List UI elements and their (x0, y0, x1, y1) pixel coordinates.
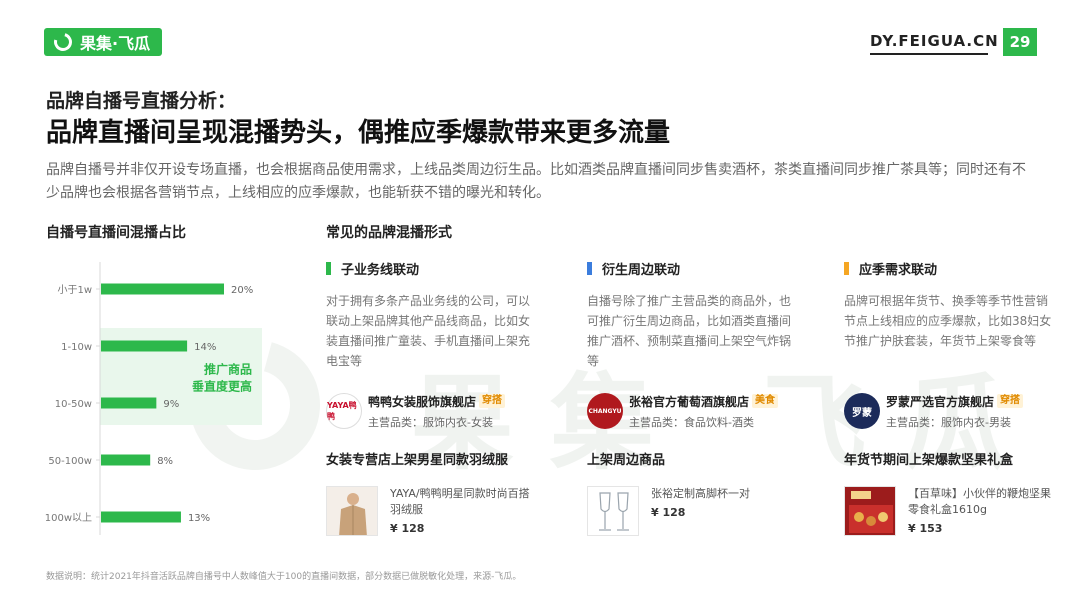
brand-category: 主营品类：服饰内衣-女装 (368, 415, 493, 429)
jacket-photo-icon (326, 486, 378, 536)
column-heading-text: 子业务线联动 (341, 262, 420, 278)
brand-category: 主营品类：食品饮料-酒类 (629, 415, 754, 429)
brand-name-text: 罗蒙严选官方旗舰店 (886, 394, 995, 409)
product-info: YAYA/鸭鸭明星同款时尚百搭羽绒服 ¥ 128 (390, 486, 540, 538)
product-name: YAYA/鸭鸭明星同款时尚百搭羽绒服 (390, 487, 530, 516)
brand-info: 罗蒙严选官方旗舰店 穿搭 主营品类：服饰内衣-男装 (886, 393, 1024, 430)
product-name: 张裕定制高脚杯一对 (651, 487, 750, 500)
product-card[interactable]: 张裕定制高脚杯一对 ¥ 128 (587, 486, 802, 538)
product-card[interactable]: YAYA/鸭鸭明星同款时尚百搭羽绒服 ¥ 128 (326, 486, 541, 538)
highlight-label-line1: 推广商品 (204, 362, 252, 377)
brand-name: 罗蒙严选官方旗舰店 穿搭 (886, 393, 1024, 410)
footnote: 数据说明：统计2021年抖音活跃品牌自播号中人数峰值大于100的直播间数据，部分… (46, 572, 522, 582)
accent-bar (326, 261, 331, 275)
column-sub-business: 子业务线联动 对于拥有多条产品业务线的公司，可以联动上架品牌其他产品线商品，比如… (326, 258, 541, 538)
bar (101, 283, 224, 295)
value-label: 9% (163, 399, 179, 410)
column-heading-text: 应季需求联动 (859, 262, 938, 278)
brand-name: 鸭鸭女装服饰旗舰店 穿搭 (368, 393, 506, 410)
product-price: ¥ 128 (390, 522, 425, 535)
category-label: 小于1w (57, 284, 92, 296)
column-derivative: 衍生周边联动 自播号除了推广主营品类的商品外，也可推广衍生周边商品，比如酒类直播… (587, 258, 802, 538)
brand-info: 鸭鸭女装服饰旗舰店 穿搭 主营品类：服饰内衣-女装 (368, 393, 506, 430)
column-heading: 应季需求联动 (844, 258, 1059, 278)
brand-card[interactable]: YAYA鸭鸭 鸭鸭女装服饰旗舰店 穿搭 主营品类：服饰内衣-女装 (326, 391, 541, 431)
page-number: 29 (1003, 28, 1037, 56)
kicker: 品牌自播号直播分析： (46, 90, 237, 112)
brand-card[interactable]: CHANGYU 张裕官方葡萄酒旗舰店 美食 主营品类：食品饮料-酒类 (587, 391, 802, 431)
value-label: 13% (188, 513, 210, 524)
example-title: 上架周边商品 (587, 453, 666, 468)
column-heading-text: 衍生周边联动 (602, 262, 681, 278)
bar (101, 454, 151, 466)
column-heading: 子业务线联动 (326, 258, 541, 278)
bar (101, 511, 181, 523)
brand-category: 主营品类：服饰内衣-男装 (886, 415, 1011, 429)
highlight-label-line2: 垂直度更高 (192, 379, 252, 394)
column-description: 自播号除了推广主营品类的商品外，也可推广衍生周边商品，比如酒类直播间推广酒杯、预… (587, 294, 792, 368)
brand-card[interactable]: 罗蒙 罗蒙严选官方旗舰店 穿搭 主营品类：服饰内衣-男装 (844, 391, 1059, 431)
category-label: 100w以上 (45, 512, 92, 524)
bar (101, 340, 188, 352)
chart-title: 自播号直播间混播占比 (46, 225, 186, 241)
category-label: 1-10w (61, 342, 92, 353)
product-card[interactable]: 【百草味】小伙伴的鞭炮坚果零食礼盒1610g ¥ 153 (844, 486, 1059, 538)
value-label: 8% (157, 456, 173, 467)
logo-text: 果集·飞瓜 (80, 34, 151, 53)
gift-box-icon (844, 486, 896, 536)
category-tag: 美食 (752, 394, 779, 408)
logo[interactable]: 果集·飞瓜 (44, 28, 163, 56)
brand-logo: CHANGYU (587, 393, 623, 429)
category-tag: 穿搭 (479, 394, 506, 408)
example-title: 年货节期间上架爆款坚果礼盒 (844, 453, 1014, 468)
site-url[interactable]: DY.FEIGUA.CN (870, 32, 999, 50)
product-info: 【百草味】小伙伴的鞭炮坚果零食礼盒1610g ¥ 153 (908, 486, 1058, 538)
brand-name-text: 鸭鸭女装服饰旗舰店 (368, 394, 477, 409)
column-description: 对于拥有多条产品业务线的公司，可以联动上架品牌其他产品线商品，比如女装直播间推广… (326, 294, 531, 368)
accent-bar (844, 261, 849, 275)
lead-paragraph: 品牌自播号并非仅开设专场直播，也会根据商品使用需求，上线品类周边衍生品。比如酒类… (46, 162, 1026, 201)
mix-ratio-bar-chart: 推广商品垂直度更高 小于1w 20% 1-10w 14% 10-50w 9% 50-100w 8… (45, 262, 262, 535)
product-info: 张裕定制高脚杯一对 ¥ 128 (651, 486, 801, 538)
category-label: 50-100w (48, 456, 92, 467)
site-underline (870, 53, 988, 55)
product-price: ¥ 128 (651, 506, 686, 519)
value-label: 14% (194, 342, 216, 353)
value-label: 20% (231, 285, 253, 296)
category-label: 10-50w (55, 399, 92, 410)
section-title: 常见的品牌混播形式 (326, 225, 452, 241)
product-name: 【百草味】小伙伴的鞭炮坚果零食礼盒1610g (908, 487, 1051, 516)
brand-logo: 罗蒙 (844, 393, 880, 429)
accent-bar (587, 261, 592, 275)
column-heading: 衍生周边联动 (587, 258, 802, 278)
wine-glasses-icon (587, 486, 639, 536)
product-price: ¥ 153 (908, 522, 943, 535)
bar (101, 397, 157, 409)
page-title: 品牌直播间呈现混播势头，偶推应季爆款带来更多流量 (46, 118, 671, 148)
category-tag: 穿搭 (997, 394, 1024, 408)
brand-name: 张裕官方葡萄酒旗舰店 美食 (629, 393, 779, 410)
brand-logo: YAYA鸭鸭 (326, 393, 362, 429)
example-title: 女装专营店上架男星同款羽绒服 (326, 453, 509, 468)
brand-name-text: 张裕官方葡萄酒旗舰店 (629, 394, 750, 409)
column-seasonal: 应季需求联动 品牌可根据年货节、换季等季节性营销节点上线相应的应季爆款，比如38… (844, 258, 1059, 538)
logo-ring-icon (50, 29, 76, 55)
brand-info: 张裕官方葡萄酒旗舰店 美食 主营品类：食品饮料-酒类 (629, 393, 779, 430)
column-description: 品牌可根据年货节、换季等季节性营销节点上线相应的应季爆款，比如38妇女节推广护肤… (844, 294, 1052, 348)
